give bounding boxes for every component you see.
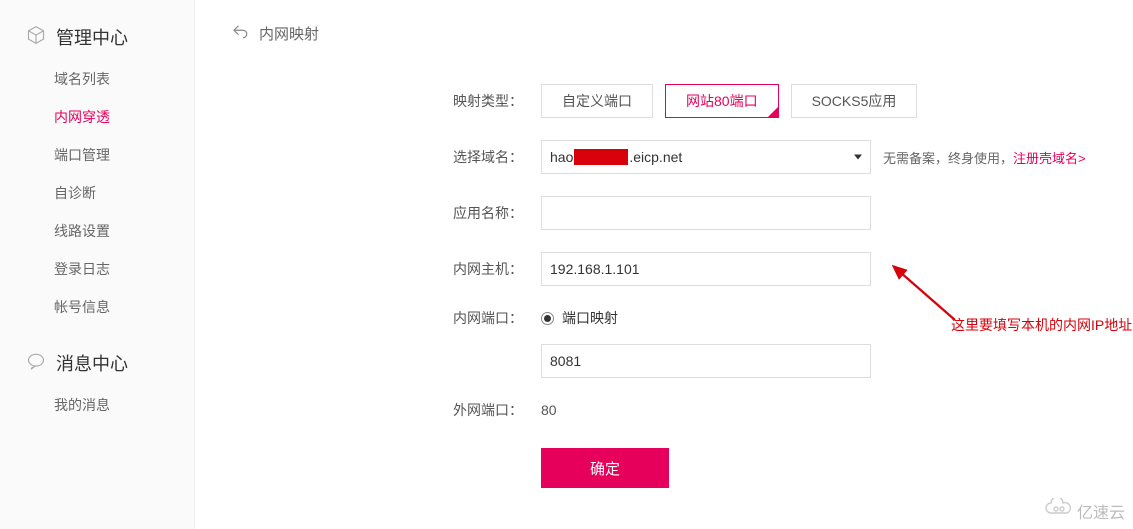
chat-icon [26,351,46,376]
back-icon[interactable] [231,22,249,44]
lan-host-input[interactable] [541,252,871,286]
submit-button[interactable]: 确定 [541,448,669,488]
domain-help: 无需备案，终身使用，注册壳域名> [883,148,1086,167]
sidebar-section-msg-header: 消息中心 [0,344,194,386]
cube-icon [26,25,46,50]
wan-port-value: 80 [541,402,557,418]
option-web80-port[interactable]: 网站80端口 [665,84,779,118]
main-content: 内网映射 映射类型： 自定义端口 网站80端口 SOCKS5应用 选择域名： [195,0,1133,529]
watermark-text: 亿速云 [1077,499,1125,523]
radio-port-mapping-label: 端口映射 [562,308,618,328]
label-app-name: 应用名称： [231,203,541,223]
sidebar-item-port-mgmt[interactable]: 端口管理 [0,136,194,174]
sidebar-item-nat-traversal[interactable]: 内网穿透 [0,98,194,136]
breadcrumb-title: 内网映射 [259,23,319,44]
sidebar-section-msg-title: 消息中心 [56,350,128,376]
option-custom-port[interactable]: 自定义端口 [541,84,653,118]
domain-suffix: .eicp.net [629,149,682,165]
watermark: 亿速云 [1043,498,1125,523]
sidebar-item-self-diagnose[interactable]: 自诊断 [0,174,194,212]
domain-prefix: hao [550,149,573,165]
domain-select[interactable]: hao .eicp.net [541,140,871,174]
label-lan-port: 内网端口： [231,308,541,328]
sidebar-item-my-messages[interactable]: 我的消息 [0,386,194,424]
breadcrumb: 内网映射 [231,22,1097,44]
label-wan-port: 外网端口： [231,400,541,420]
lan-port-input[interactable] [541,344,871,378]
sidebar-item-domain-list[interactable]: 域名列表 [0,60,194,98]
radio-dot-icon [541,312,554,325]
annotation-text: 这里要填写本机的内网IP地址 [951,315,1132,335]
sidebar-section-mgmt-header: 管理中心 [0,18,194,60]
label-select-domain: 选择域名： [231,147,541,167]
sidebar: 管理中心 域名列表 内网穿透 端口管理 自诊断 线路设置 登录日志 帐号信息 [0,0,195,529]
dropdown-caret-icon [854,155,862,160]
sidebar-section-mgmt-title: 管理中心 [56,24,128,50]
sidebar-item-login-log[interactable]: 登录日志 [0,250,194,288]
option-socks5[interactable]: SOCKS5应用 [791,84,918,118]
sidebar-item-line-settings[interactable]: 线路设置 [0,212,194,250]
register-domain-link[interactable]: 注册壳域名> [1013,151,1086,166]
cloud-icon [1043,498,1073,523]
app-name-input[interactable] [541,196,871,230]
label-lan-host: 内网主机： [231,259,541,279]
sidebar-item-account-info[interactable]: 帐号信息 [0,288,194,326]
label-mapping-type: 映射类型： [231,91,541,111]
radio-port-mapping[interactable]: 端口映射 [541,308,618,328]
domain-redacted [574,149,628,165]
